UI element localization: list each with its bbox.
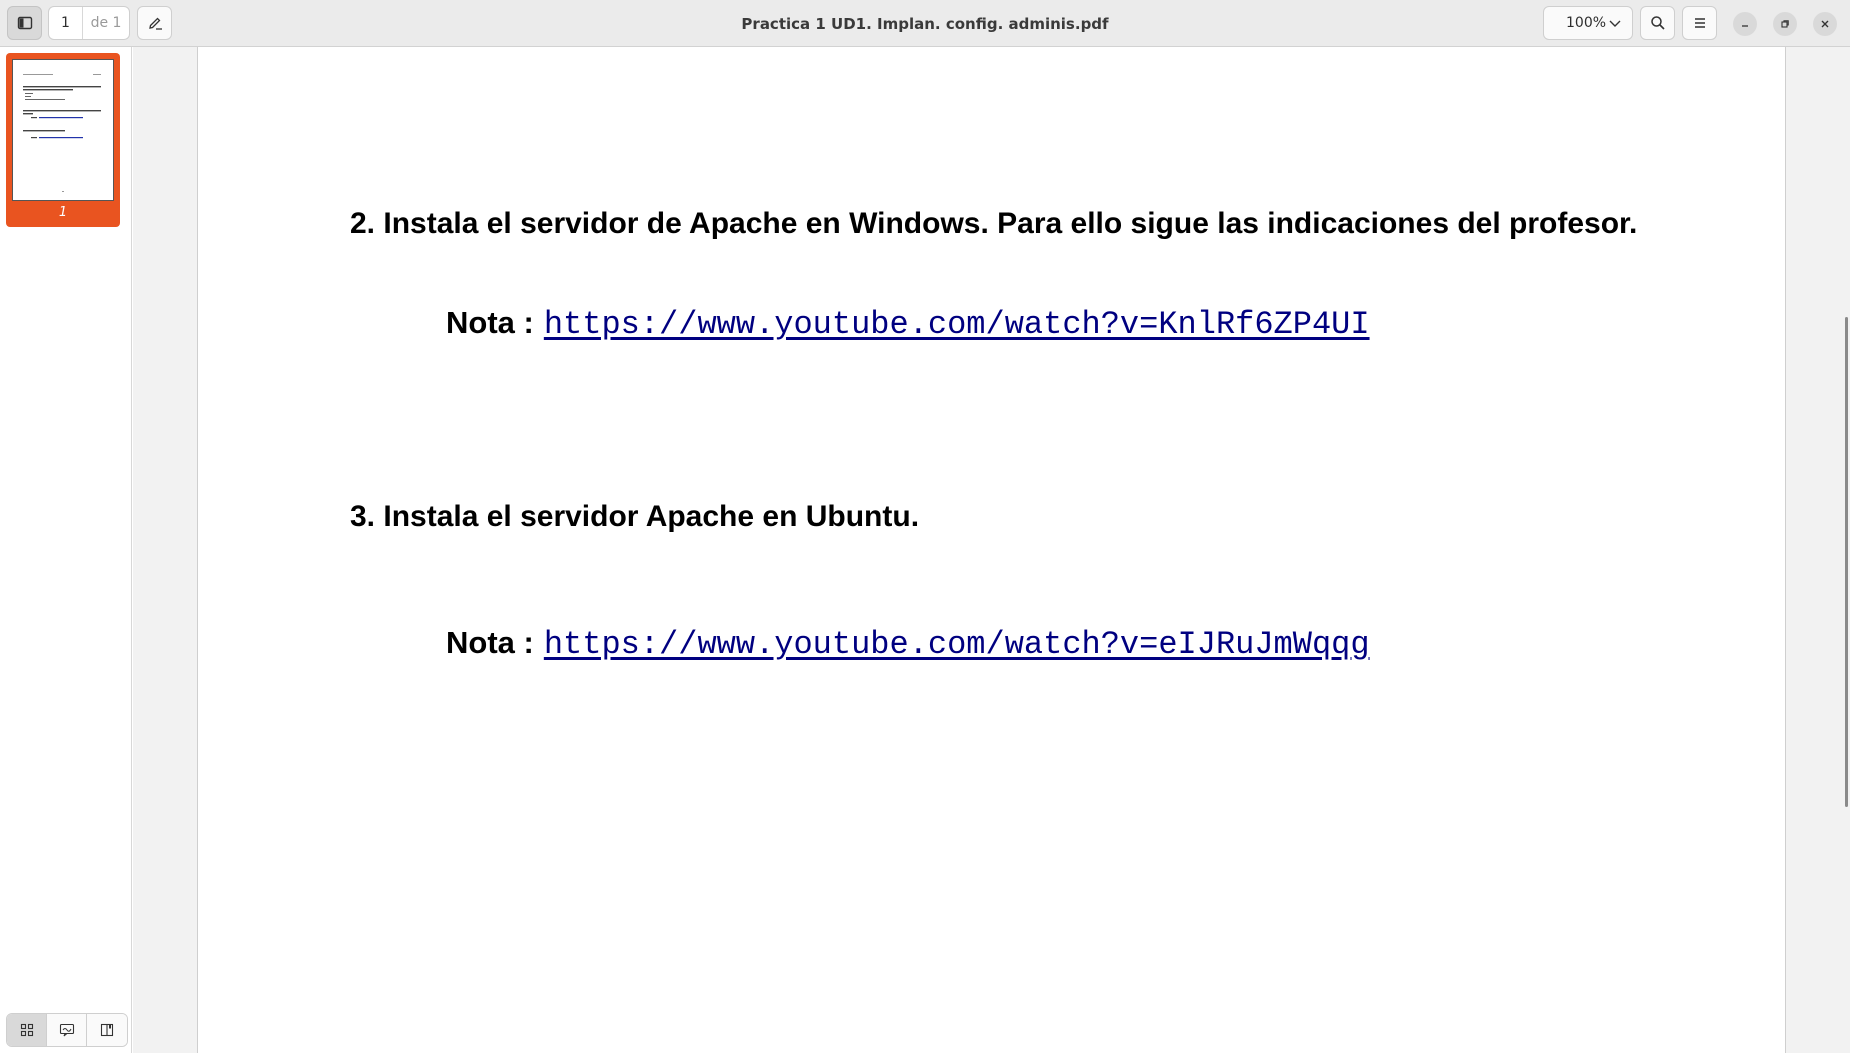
zoom-dropdown[interactable]: 100% bbox=[1543, 6, 1633, 40]
header-bar: 1 de 1 Practica 1 UD1. Implan. config. a… bbox=[0, 0, 1850, 47]
close-button[interactable] bbox=[1813, 12, 1837, 36]
note-1-label: Nota : bbox=[446, 305, 534, 340]
thumbnail-page-number: 1 bbox=[58, 205, 68, 220]
minimize-button[interactable] bbox=[1733, 12, 1757, 36]
note-1: Nota : https://www.youtube.com/watch?v=K… bbox=[446, 305, 1370, 343]
zoom-value: 100% bbox=[1566, 15, 1607, 31]
note-1-link[interactable]: https://www.youtube.com/watch?v=KnlRf6ZP… bbox=[544, 306, 1370, 343]
restore-button[interactable] bbox=[1773, 12, 1797, 36]
chevron-down-icon bbox=[1609, 20, 1621, 27]
hamburger-icon bbox=[1694, 18, 1705, 28]
close-icon bbox=[1821, 20, 1829, 28]
main-menu-button[interactable] bbox=[1682, 6, 1717, 40]
document-view[interactable]: 2. Instala el servidor de Apache en Wind… bbox=[133, 47, 1850, 1053]
thumbnail-preview bbox=[23, 74, 101, 192]
question-2-text: 2. Instala el servidor de Apache en Wind… bbox=[350, 207, 1638, 240]
note-2-link[interactable]: https://www.youtube.com/watch?v=eIJRuJmW… bbox=[544, 626, 1370, 663]
pen-icon bbox=[148, 17, 162, 30]
note-2-label: Nota : bbox=[446, 625, 534, 660]
page-number-entry[interactable]: 1 de 1 bbox=[48, 6, 130, 40]
minimize-icon bbox=[1742, 25, 1748, 27]
vertical-scrollbar[interactable] bbox=[1845, 317, 1848, 807]
note-2: Nota : https://www.youtube.com/watch?v=e… bbox=[446, 625, 1370, 663]
thumbnails-grid-icon bbox=[20, 1023, 33, 1037]
question-3-text: 3. Instala el servidor Apache en Ubuntu. bbox=[350, 500, 920, 533]
sidebar-toggle-button[interactable] bbox=[7, 6, 42, 40]
current-page-input[interactable]: 1 bbox=[49, 7, 83, 39]
bookmarks-icon bbox=[100, 1023, 114, 1037]
thumbnails-view-button[interactable] bbox=[7, 1014, 47, 1046]
bookmarks-view-button[interactable] bbox=[87, 1014, 127, 1046]
sidebar-view-switcher bbox=[6, 1013, 128, 1047]
annotations-view-button[interactable] bbox=[47, 1014, 87, 1046]
page-thumbnail-selected[interactable]: 1 bbox=[6, 53, 120, 227]
page-count-label: de 1 bbox=[90, 15, 122, 31]
sidebar-icon bbox=[17, 16, 32, 30]
search-button[interactable] bbox=[1640, 6, 1675, 40]
annotate-button[interactable] bbox=[137, 6, 172, 40]
restore-icon bbox=[1781, 20, 1789, 28]
search-icon bbox=[1650, 16, 1665, 30]
page-thumbnail-image bbox=[12, 59, 114, 201]
sidebar: 1 bbox=[0, 47, 132, 1053]
pdf-page: 2. Instala el servidor de Apache en Wind… bbox=[197, 47, 1786, 1053]
annotations-icon bbox=[59, 1023, 74, 1037]
